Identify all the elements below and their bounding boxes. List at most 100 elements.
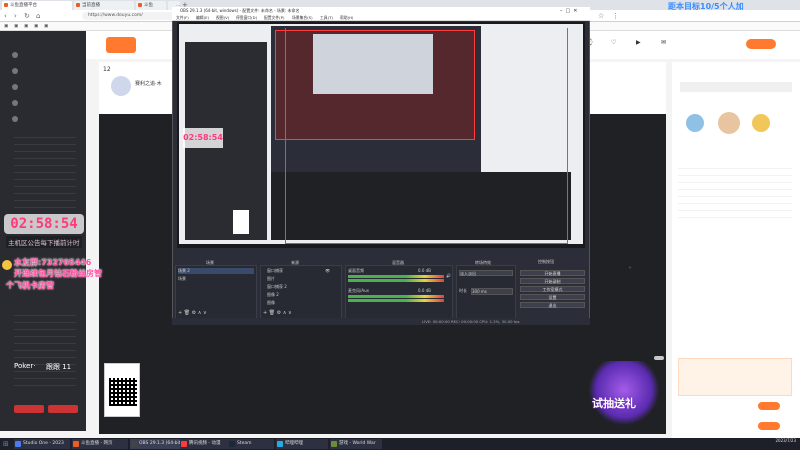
home-icon[interactable]: ⌂ bbox=[36, 11, 40, 21]
avatar-sticker-icon bbox=[2, 260, 12, 270]
exit-button[interactable]: 退出 bbox=[520, 302, 585, 308]
scene-toolbar[interactable]: + 🗑 ⚙ ∧ ∨ bbox=[178, 310, 207, 316]
menu-item[interactable]: 编辑(E) bbox=[196, 15, 209, 21]
reload-icon[interactable]: ↻ bbox=[24, 11, 30, 21]
douyu-logo[interactable] bbox=[106, 37, 136, 53]
message-icon[interactable]: ✉ bbox=[661, 39, 673, 51]
rank-avatar[interactable] bbox=[686, 114, 704, 132]
follow-icon[interactable]: ♡ bbox=[611, 39, 623, 51]
sidebar-item[interactable] bbox=[0, 81, 86, 93]
studio-mode-button[interactable]: 工作室模式 bbox=[520, 286, 585, 292]
extensions-icon[interactable]: ⋮ bbox=[612, 11, 619, 21]
gift-promo-text: 试抽送礼 bbox=[592, 397, 636, 410]
menu-item[interactable]: 配置文件(P) bbox=[264, 15, 284, 21]
dock-title: 转场特效 bbox=[475, 260, 491, 265]
source-item[interactable]: 图像 bbox=[267, 300, 275, 306]
app-icon bbox=[131, 441, 137, 447]
duration-label: 时长 bbox=[459, 288, 467, 293]
taskbar-item[interactable]: Studio One - 2023 bbox=[14, 439, 70, 449]
taskbar-label: Studio One - 2023 bbox=[23, 441, 64, 446]
sidebar-red-button[interactable] bbox=[48, 405, 78, 413]
rank-avatar[interactable] bbox=[752, 114, 770, 132]
timer-caption: 主机区公告每下播前计时 bbox=[6, 236, 82, 248]
browser-tab[interactable]: 斗鱼直播平台 bbox=[2, 1, 72, 10]
scene-item[interactable]: 场景 2 bbox=[178, 268, 254, 274]
visibility-eye-icon[interactable]: 👁 bbox=[325, 268, 332, 273]
pc-client-button[interactable] bbox=[746, 39, 776, 49]
start-menu-icon[interactable]: ⊞ bbox=[3, 440, 11, 448]
source-item[interactable]: 窗口捕获 bbox=[267, 268, 283, 274]
gift-promo-badge[interactable] bbox=[588, 361, 660, 425]
streamer-avatar[interactable] bbox=[111, 76, 131, 96]
app-icon bbox=[277, 441, 283, 447]
dock-title: 场景 bbox=[206, 260, 214, 265]
qr-code bbox=[104, 363, 140, 417]
taskbar-item[interactable]: OBS 29.1.3 (64-bit) bbox=[130, 439, 186, 449]
sidebar-item[interactable] bbox=[0, 49, 86, 61]
category-list bbox=[14, 131, 76, 211]
obs-title-bar: OBS 29.1.3 (64-bit, windows) - 配置文件: 未命名… bbox=[172, 7, 590, 15]
sidebar-item[interactable] bbox=[0, 97, 86, 109]
sidebar-item[interactable] bbox=[0, 65, 86, 77]
taskbar-item[interactable]: Steam bbox=[228, 439, 274, 449]
start-recording-button[interactable]: 开始录制 bbox=[520, 278, 585, 284]
taskbar-item[interactable]: 哔哩哔哩 bbox=[276, 439, 328, 449]
obs-preview-canvas[interactable]: 02:58:54 bbox=[177, 22, 585, 248]
scrollbar[interactable] bbox=[654, 356, 664, 360]
duration-input[interactable]: 300 ms bbox=[471, 288, 513, 295]
chat-promo-card[interactable] bbox=[678, 358, 792, 396]
fan-offer-text: 开连续包月钻石粉丝房管 bbox=[14, 269, 102, 278]
source-toolbar[interactable]: + 🗑 ⚙ ∧ ∨ bbox=[263, 310, 292, 316]
menu-item[interactable]: 工具(T) bbox=[320, 15, 333, 21]
back-arrow-icon[interactable]: ‹ bbox=[4, 11, 7, 21]
chat-panel bbox=[672, 150, 800, 438]
douyu-favicon-icon bbox=[4, 3, 8, 7]
browser-tab[interactable]: 当前直播 bbox=[74, 1, 134, 10]
nav-icon bbox=[12, 84, 18, 90]
video-icon[interactable]: ▶ bbox=[636, 39, 648, 51]
mouse-cursor-icon: ▸ bbox=[629, 264, 633, 271]
menu-item[interactable]: 场景集合(S) bbox=[292, 15, 313, 21]
menu-item[interactable]: 帮助(H) bbox=[340, 15, 353, 21]
menu-item[interactable]: 文件(F) bbox=[176, 15, 189, 21]
settings-button[interactable]: 设置 bbox=[520, 294, 585, 300]
sidebar-red-button[interactable] bbox=[14, 405, 44, 413]
taskbar-item[interactable]: 游戏 - World War bbox=[330, 439, 382, 449]
selection-border-right bbox=[567, 28, 568, 244]
bookmark-icon[interactable]: ▣ bbox=[34, 22, 38, 31]
rank-avatar[interactable] bbox=[718, 112, 740, 134]
scene-item[interactable]: 场景 bbox=[178, 276, 186, 282]
browser-tab[interactable]: 斗鱼 bbox=[136, 1, 166, 10]
room-title: 赛利之追·木 bbox=[135, 81, 162, 87]
window-controls[interactable]: –□✕ bbox=[560, 8, 580, 14]
rank-tabs[interactable] bbox=[680, 82, 792, 92]
source-item[interactable]: 图片 bbox=[267, 276, 275, 282]
star-icon[interactable]: ☆ bbox=[598, 11, 604, 21]
audio-meter bbox=[348, 299, 444, 302]
bookmark-icon[interactable]: ▣ bbox=[44, 22, 48, 31]
taskbar-clock[interactable]: 2023/7/23 bbox=[775, 438, 796, 444]
chat-messages bbox=[678, 162, 792, 218]
app-icon bbox=[181, 441, 187, 447]
category-list bbox=[14, 309, 76, 389]
chat-action-button[interactable] bbox=[758, 402, 780, 410]
stream-timer: 02:58:54 bbox=[4, 214, 84, 234]
source-item[interactable]: 窗口捕获 2 bbox=[267, 284, 287, 290]
send-button[interactable] bbox=[758, 422, 780, 430]
captured-video bbox=[271, 172, 571, 240]
source-item[interactable]: 图像 2 bbox=[267, 292, 279, 298]
taskbar-item[interactable]: 腾讯视频 - 动漫 bbox=[180, 439, 228, 449]
obs-menu-bar: 文件(F) 编辑(E) 视图(V) 停靠窗口(D) 配置文件(P) 场景集合(S… bbox=[172, 15, 590, 21]
bookmark-icon[interactable]: ▣ bbox=[24, 22, 28, 31]
menu-item[interactable]: 停靠窗口(D) bbox=[236, 15, 257, 21]
bookmark-icon[interactable]: ▣ bbox=[4, 22, 8, 31]
start-streaming-button[interactable]: 开始直播 bbox=[520, 270, 585, 276]
sidebar-item[interactable] bbox=[0, 113, 86, 125]
forward-arrow-icon[interactable]: › bbox=[14, 11, 17, 21]
bookmark-icon[interactable]: ▣ bbox=[14, 22, 18, 31]
transition-select[interactable]: 淡入淡出 bbox=[459, 270, 513, 276]
mute-icon[interactable]: 🔊 bbox=[446, 273, 451, 278]
nav-icon bbox=[12, 100, 18, 106]
menu-item[interactable]: 视图(V) bbox=[216, 15, 229, 21]
taskbar-item[interactable]: 斗鱼直播 - 网页 bbox=[72, 439, 128, 449]
